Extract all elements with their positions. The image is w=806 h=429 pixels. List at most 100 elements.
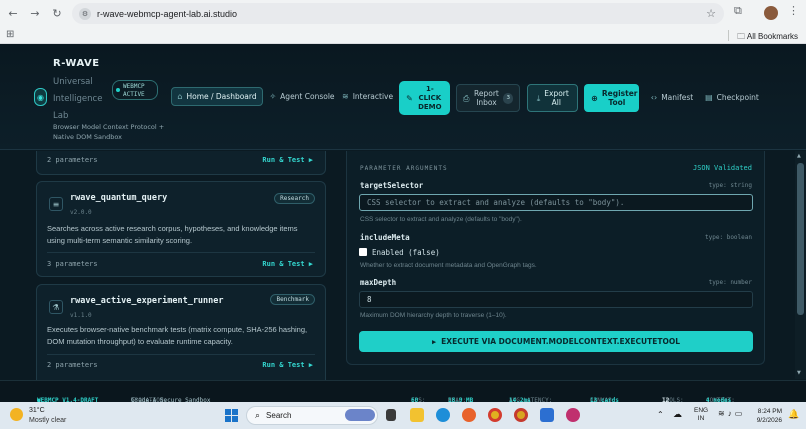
- site-info-icon[interactable]: ⚙: [79, 7, 91, 20]
- brand-subtitle-line: Intelligence: [53, 94, 103, 104]
- tool-params-count: 2 parameters: [47, 156, 98, 164]
- nav-label: Interactive: [352, 92, 394, 101]
- weather-temperature[interactable]: 31°C: [29, 407, 45, 414]
- execute-label: EXECUTE VIA DOCUMENT.MODELCONTEXT.EXECUT…: [441, 337, 681, 346]
- brand-title: R-WAVE: [53, 58, 100, 69]
- flask-icon: ⚗: [49, 300, 63, 314]
- report-inbox-button[interactable]: ⎙ Report Inbox 3: [456, 84, 520, 112]
- inbox-icon: ⎙: [463, 93, 470, 103]
- tool-tag: Benchmark: [270, 294, 315, 305]
- tool-list-panel: 2 parameters Run & Test ▶ ≡ rwave_quantu…: [0, 151, 338, 380]
- scroll-up-icon[interactable]: ▲: [797, 153, 801, 159]
- all-bookmarks-link[interactable]: 🗀 All Bookmarks: [737, 31, 798, 45]
- brand-caption: Browser Model Context Protocol + Native …: [53, 123, 165, 141]
- bookmark-star-icon[interactable]: ☆: [706, 7, 716, 20]
- all-bookmarks-label: All Bookmarks: [746, 32, 798, 41]
- export-all-button[interactable]: ⤓ Export All: [527, 84, 578, 112]
- json-validated-status: JSON Validated: [692, 164, 752, 172]
- one-click-demo-button[interactable]: ✎ 1-CLICK DEMO: [399, 81, 450, 115]
- cloud-icon[interactable]: ☁: [673, 409, 682, 420]
- edge-browser-icon[interactable]: [436, 408, 450, 422]
- run-test-button[interactable]: Run & Test ▶: [262, 361, 313, 369]
- lang-line: IN: [697, 415, 705, 422]
- tool-description: Executes browser-native benchmark tests …: [47, 325, 308, 346]
- nav-interactive[interactable]: ≋ Interactive: [342, 87, 394, 106]
- firefox-icon[interactable]: [462, 408, 476, 422]
- reload-icon[interactable]: ↻: [48, 5, 66, 23]
- badge-line: ACTIVE: [123, 91, 145, 98]
- weather-description[interactable]: Mostly clear: [29, 417, 66, 424]
- tray-wifi-volume-battery-icons[interactable]: ≋♪▭: [718, 409, 745, 418]
- forward-icon[interactable]: →: [26, 5, 44, 23]
- clock[interactable]: 8:24 PM 9/2/2026: [754, 407, 782, 425]
- chrome-icon[interactable]: [488, 408, 502, 422]
- scroll-down-icon[interactable]: ▼: [797, 370, 801, 376]
- plus-circle-icon: ⊕: [591, 93, 598, 103]
- language-indicator[interactable]: ENG IN: [694, 407, 708, 423]
- nav-agent-console[interactable]: ✧ Agent Console: [266, 87, 338, 106]
- param-type: type: string: [708, 182, 752, 189]
- tool-card[interactable]: 2 parameters Run & Test ▶: [36, 151, 326, 175]
- profile-avatar[interactable]: [764, 6, 778, 20]
- webmcp-status-badge: WEBMCP ACTIVE: [112, 80, 158, 100]
- nav-label: Agent Console: [280, 92, 335, 101]
- apps-grid-icon[interactable]: ⊞: [6, 29, 14, 40]
- windows-start-icon[interactable]: [225, 409, 238, 422]
- nav-label: 1-CLICK DEMO: [418, 84, 442, 111]
- tool-name: rwave_quantum_query: [70, 193, 168, 203]
- param-label-maxdepth: maxDepth: [360, 278, 397, 287]
- search-highlight-icon: [345, 409, 375, 421]
- media-app-icon[interactable]: [566, 408, 580, 422]
- tool-version: v1.1.0: [70, 312, 92, 319]
- register-tool-button[interactable]: ⊕ Register Tool: [584, 84, 639, 112]
- tool-card[interactable]: ⚗ rwave_active_experiment_runner v1.1.0 …: [36, 284, 326, 380]
- tray-overflow-icon[interactable]: ⌃: [657, 410, 664, 419]
- tool-card[interactable]: ≡ rwave_quantum_query v2.0.0 Research Se…: [36, 181, 326, 277]
- include-meta-checkbox-label[interactable]: Enabled (false): [372, 248, 440, 257]
- brand-subtitle-line: Universal: [53, 77, 93, 87]
- execute-tool-button[interactable]: ▶ EXECUTE VIA DOCUMENT.MODELCONTEXT.EXEC…: [359, 331, 753, 352]
- run-test-button[interactable]: Run & Test ▶: [262, 260, 313, 268]
- parameter-panel: PARAMETER ARGUMENTS JSON Validated targe…: [346, 151, 765, 365]
- task-view-icon[interactable]: [386, 409, 396, 421]
- tool-params-count: 2 parameters: [47, 361, 98, 369]
- run-test-button[interactable]: Run & Test ▶: [262, 156, 313, 164]
- calculator-icon[interactable]: [540, 408, 554, 422]
- checkpoint-button[interactable]: ▤ Checkpoint: [703, 89, 761, 106]
- file-icon: ▤: [705, 93, 713, 102]
- include-meta-checkbox[interactable]: [359, 248, 367, 256]
- card-divider: [47, 252, 315, 253]
- max-depth-input[interactable]: 8: [359, 291, 753, 308]
- address-bar[interactable]: ⚙ r-wave-webmcp-agent-lab.ai.studio ☆: [72, 3, 724, 24]
- nav-home-dashboard[interactable]: ⌂ Home / Dashboard: [171, 87, 263, 106]
- chrome-profile-icon[interactable]: [514, 408, 528, 422]
- nav-label: Checkpoint: [716, 93, 759, 102]
- report-count-badge: 3: [503, 92, 513, 104]
- clock-date: 9/2/2026: [756, 417, 782, 424]
- notification-bell-icon[interactable]: 🔔: [788, 409, 799, 420]
- tool-version: v2.0.0: [70, 209, 92, 216]
- play-icon: ▶: [431, 337, 437, 346]
- search-icon: ⌕: [255, 410, 261, 420]
- card-divider: [47, 354, 315, 355]
- file-explorer-icon[interactable]: [410, 408, 424, 422]
- status-bar: ● WEBMCP V1.4-DRAFT ISOLATION: ⛉ Grade-A…: [0, 380, 806, 404]
- url-text: r-wave-webmcp-agent-lab.ai.studio: [97, 8, 238, 19]
- os-taskbar: 31°C Mostly clear ⌕ Search ⌃ ☁ ENG IN ≋♪▭…: [0, 402, 806, 429]
- nav-label: Export All: [544, 89, 569, 107]
- download-icon: ⤓: [536, 93, 541, 103]
- weather-sun-icon[interactable]: [10, 408, 23, 421]
- back-icon[interactable]: ←: [4, 5, 22, 23]
- param-type: type: boolean: [705, 234, 752, 241]
- bookmarks-bar: ⊞ 🗀 All Bookmarks: [0, 27, 806, 44]
- extensions-icon[interactable]: ⧉: [734, 4, 742, 18]
- nav-label: Register Tool: [601, 89, 638, 107]
- scroll-thumb[interactable]: [797, 163, 804, 315]
- lang-line: ENG: [694, 407, 709, 414]
- target-selector-input[interactable]: CSS selector to extract and analyze (def…: [359, 194, 753, 211]
- clock-time: 8:24 PM: [757, 408, 782, 415]
- manifest-button[interactable]: ‹› Manifest: [647, 89, 697, 106]
- layers-icon: ≋: [342, 92, 349, 101]
- page-scrollbar[interactable]: ▲ ▼: [795, 151, 806, 379]
- menu-kebab-icon[interactable]: ⋮: [788, 4, 799, 17]
